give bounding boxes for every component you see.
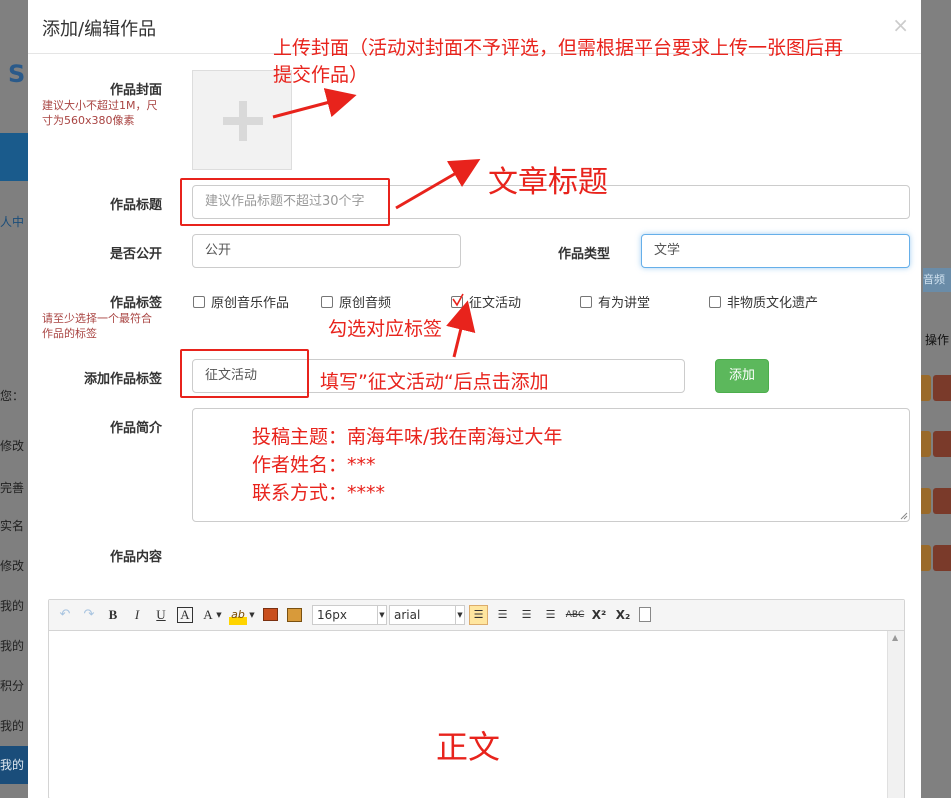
content-label: 作品内容 (109, 550, 162, 565)
font-size-select[interactable]: 16px ▼ (312, 605, 387, 625)
edit-work-modal: 添加/编辑作品 × 作品封面 建议大小不超过1M，尺寸为560x380像素 作品… (28, 0, 921, 798)
checkbox-icon[interactable] (193, 296, 205, 308)
annotation-intro-line3: 联系方式：**** (252, 482, 386, 504)
document-icon[interactable] (639, 607, 651, 622)
tag-checkbox-music[interactable]: 原创音乐作品 (193, 292, 289, 311)
delete-button[interactable] (933, 488, 951, 514)
sidebar-item[interactable]: 我的 (0, 597, 28, 614)
tag-checkbox-heritage[interactable]: 非物质文化遗产 (709, 292, 818, 311)
sidebar-item-active[interactable]: 我的 (0, 746, 28, 784)
font-border-button[interactable]: A (177, 607, 193, 623)
annotation-body-note: 正文 (436, 728, 501, 766)
public-select[interactable]: 公开 (192, 234, 461, 268)
sidebar-item[interactable]: 积分 (0, 677, 28, 694)
tag-checkbox-audio[interactable]: 原创音频 (321, 292, 391, 311)
align-right-icon[interactable]: ☰ (517, 605, 536, 625)
checkbox-checked-icon[interactable] (451, 293, 464, 308)
public-label: 是否公开 (109, 247, 162, 262)
subscript-icon[interactable]: X₂ (614, 605, 632, 625)
tags-hint: 请至少选择一个最符合作品的标签 (42, 312, 152, 340)
sidebar-item: 人中 (0, 215, 25, 229)
chevron-down-icon: ▼ (455, 606, 464, 624)
tag-badge: 音频 (923, 268, 951, 292)
type-label: 作品类型 (557, 247, 610, 262)
sidebar-item[interactable]: 实名 (0, 517, 28, 534)
sidebar-item[interactable]: 完善 (0, 479, 28, 496)
sidebar-item: 您： (0, 389, 25, 403)
annotation-title-note: 文章标题 (488, 165, 608, 200)
font-color-button[interactable]: A (201, 605, 215, 625)
column-header-op: 操作 (925, 333, 950, 347)
checkbox-icon[interactable] (709, 296, 721, 308)
annotation-box-title (180, 178, 390, 226)
underline-button[interactable]: U (153, 605, 169, 625)
delete-button[interactable] (933, 375, 951, 401)
annotation-intro-line1: 投稿主题：南海年味/我在南海过大年 (252, 426, 563, 448)
add-tag-button[interactable]: 添加 (715, 359, 769, 393)
rich-text-editor: ↶ ↷ B I U A A ▼ ab ▼ 16px ▼ arial ▼ ☰ ☰ ☰ … (48, 599, 905, 798)
align-justify-icon[interactable]: ☰ (541, 605, 560, 625)
tags-label: 作品标签 (109, 296, 162, 311)
add-tag-label: 添加作品标签 (83, 372, 162, 387)
redo-icon[interactable]: ↷ (81, 605, 97, 625)
annotation-cover-note: 上传封面（活动对封面不予评选，但需根据平台要求上传一张图后再 (273, 37, 844, 59)
checkbox-icon[interactable] (580, 296, 592, 308)
strikethrough-icon[interactable]: ABC (565, 605, 585, 625)
intro-label: 作品简介 (109, 421, 162, 436)
annotation-add-note: 填写”征文活动“后点击添加 (320, 371, 549, 393)
editor-toolbar: ↶ ↷ B I U A A ▼ ab ▼ 16px ▼ arial ▼ ☰ ☰ ☰ … (49, 600, 904, 631)
sidebar-item[interactable]: 我的 (0, 717, 28, 734)
tag-checkbox-essay[interactable]: 征文活动 (451, 292, 521, 311)
cover-hint: 建议大小不超过1M，尺寸为560x380像素 (42, 99, 158, 127)
annotation-intro-line2: 作者姓名：*** (252, 454, 376, 476)
sidebar-item[interactable]: 修改 (0, 557, 28, 574)
superscript-icon[interactable]: X² (590, 605, 608, 625)
chevron-down-icon: ▼ (377, 606, 386, 624)
checkbox-icon[interactable] (321, 296, 333, 308)
align-center-icon[interactable]: ☰ (493, 605, 512, 625)
chevron-down-icon[interactable]: ▼ (248, 605, 256, 625)
delete-button[interactable] (933, 431, 951, 457)
chevron-down-icon[interactable]: ▼ (215, 605, 223, 625)
bold-button[interactable]: B (105, 605, 121, 625)
image-icon[interactable] (263, 608, 278, 621)
align-left-icon[interactable]: ☰ (469, 605, 488, 625)
background-table-edge: 音频 操作 (919, 0, 951, 798)
title-label: 作品标题 (109, 198, 162, 213)
close-icon[interactable]: × (892, 13, 909, 37)
resize-handle-icon (900, 512, 908, 520)
delete-button[interactable] (933, 545, 951, 571)
highlight-button[interactable]: ab (229, 605, 247, 625)
font-family-select[interactable]: arial ▼ (389, 605, 465, 625)
annotation-cover-note-2: 提交作品） (273, 64, 369, 86)
chevron-up-icon[interactable]: ▲ (892, 633, 898, 642)
sidebar-item[interactable]: 修改 (0, 437, 28, 454)
sidebar-item[interactable]: 我的 (0, 637, 28, 654)
background-sidebar: 人中 您： 修改 完善 实名 修改 我的 我的 积分 我的 我的 (0, 181, 28, 798)
annotation-box-tag (180, 349, 309, 398)
modal-title: 添加/编辑作品 (42, 19, 157, 40)
type-select[interactable]: 文学 (641, 234, 910, 268)
insert-image-icon[interactable] (287, 608, 302, 622)
editor-scrollbar[interactable]: ▲ (887, 631, 904, 798)
annotation-tag-note: 勾选对应标签 (328, 318, 443, 340)
site-logo: S (8, 60, 26, 88)
plus-icon-vertical (239, 101, 247, 141)
cover-label: 作品封面 (109, 83, 162, 98)
italic-button[interactable]: I (129, 605, 145, 625)
tag-checkbox-lecture[interactable]: 有为讲堂 (580, 292, 650, 311)
undo-icon[interactable]: ↶ (57, 605, 73, 625)
